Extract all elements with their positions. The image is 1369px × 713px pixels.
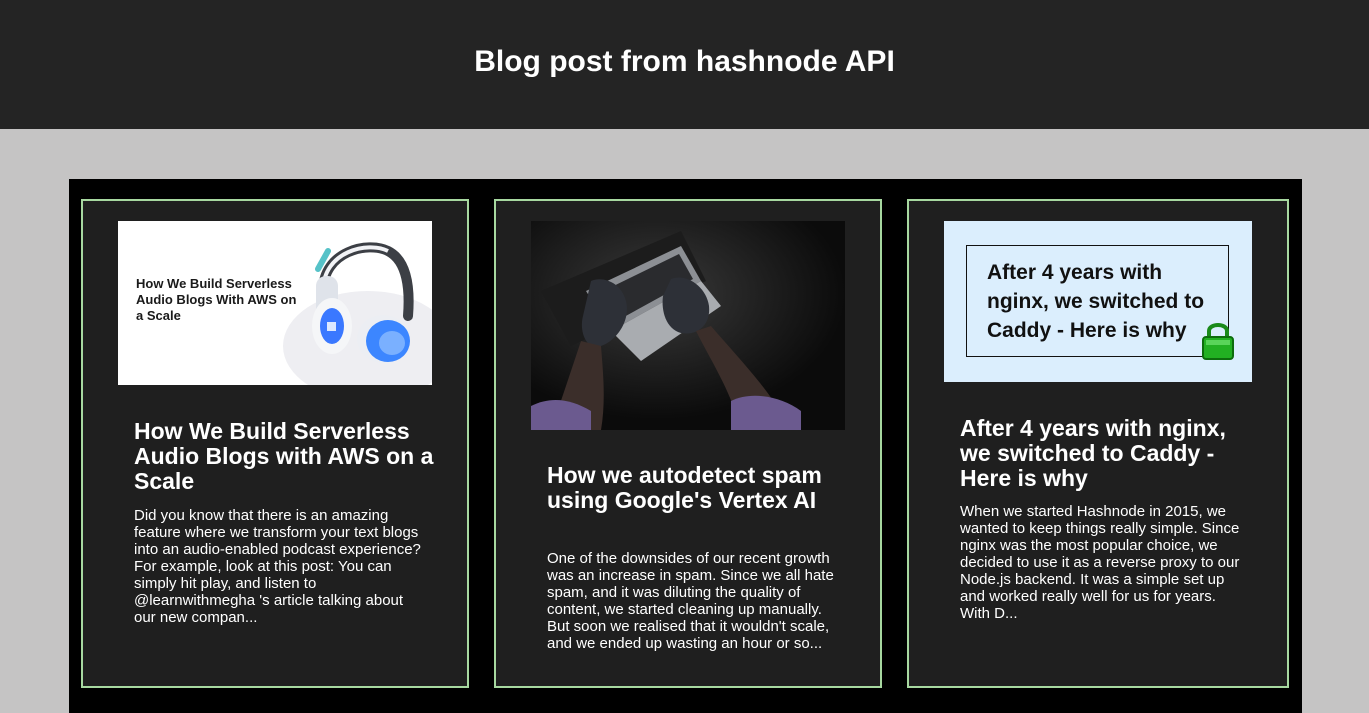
post-cover-image[interactable] [531, 221, 845, 430]
post-cover-image[interactable]: How We Build Serverless Audio Blogs With… [118, 221, 432, 385]
padlock-icon [1202, 323, 1234, 360]
blog-post-grid: How We Build Serverless Audio Blogs With… [69, 179, 1302, 713]
page-title: Blog post from hashnode API [474, 44, 895, 78]
blog-post-card[interactable]: How we autodetect spam using Google's Ve… [494, 199, 882, 688]
blog-post-card[interactable]: How We Build Serverless Audio Blogs With… [81, 199, 469, 688]
blog-post-card[interactable]: After 4 years with nginx, we switched to… [907, 199, 1289, 688]
laptop-hands-photo [531, 221, 845, 430]
headphones-icon [283, 242, 432, 385]
post-title[interactable]: After 4 years with nginx, we switched to… [960, 416, 1260, 491]
post-title[interactable]: How we autodetect spam using Google's Ve… [547, 463, 847, 513]
post-excerpt: One of the downsides of our recent growt… [547, 550, 834, 652]
post-excerpt: Did you know that there is an amazing fe… [134, 507, 421, 626]
cover-image-frame: After 4 years with nginx, we switched to… [966, 245, 1229, 357]
page-header: Blog post from hashnode API [0, 0, 1369, 129]
post-title[interactable]: How We Build Serverless Audio Blogs with… [134, 419, 434, 494]
cover-image-text: After 4 years with nginx, we switched to… [987, 261, 1205, 342]
post-cover-image[interactable]: After 4 years with nginx, we switched to… [944, 221, 1252, 382]
post-excerpt: When we started Hashnode in 2015, we wan… [960, 503, 1240, 622]
